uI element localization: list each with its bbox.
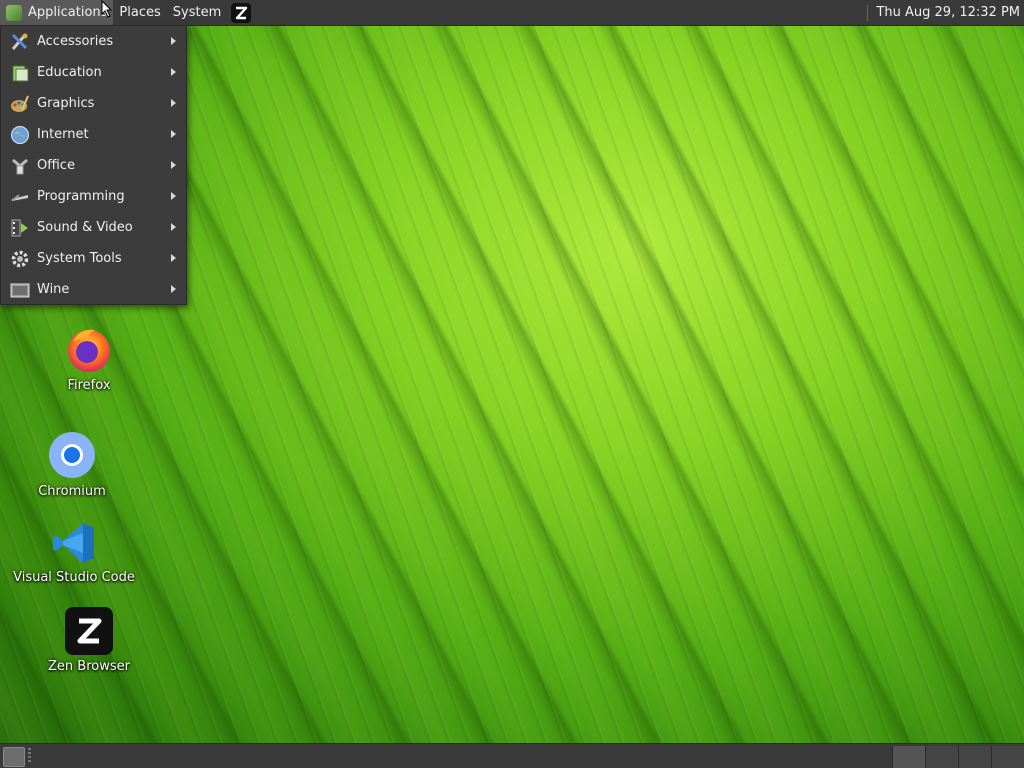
panel-separator [867,4,869,21]
submenu-arrow-icon [171,68,176,76]
wine-icon [9,279,31,301]
submenu-arrow-icon [171,254,176,262]
menu-item-label: Sound & Video [37,220,133,235]
menu-item-wine[interactable]: Wine [1,274,186,305]
menu-item-label: Education [37,65,102,80]
desktop-icon-label: Zen Browser [48,659,130,674]
sound-video-icon [9,217,31,239]
submenu-arrow-icon [171,223,176,231]
education-icon [9,62,31,84]
desktop-icon-label: Visual Studio Code [13,570,135,585]
workspace-3[interactable] [958,746,991,768]
menu-item-label: Accessories [37,34,114,49]
zen-launcher-icon[interactable] [231,2,252,23]
clock[interactable]: Thu Aug 29, 12:32 PM [859,0,1024,25]
vscode-icon [53,523,94,563]
mouse-cursor-icon [101,0,113,18]
submenu-arrow-icon [171,161,176,169]
clock-text: Thu Aug 29, 12:32 PM [876,5,1020,20]
panel-drag-handle[interactable] [28,748,31,764]
menu-item-education[interactable]: Education [1,57,186,88]
submenu-arrow-icon [171,37,176,45]
submenu-arrow-icon [171,285,176,293]
workspace-switcher [892,746,1024,768]
submenu-arrow-icon [171,192,176,200]
menu-item-label: Programming [37,189,125,204]
zen-browser-icon [65,607,113,655]
firefox-icon [68,329,110,372]
workspace-4[interactable] [991,746,1024,768]
desktop-icon-label: Firefox [67,378,111,393]
desktop-icon-firefox[interactable]: Firefox [24,326,154,393]
desktop-icon-label: Chromium [38,484,106,499]
menu-item-sound-video[interactable]: Sound & Video [1,212,186,243]
panel-menu-bar: Applications Places System [0,0,252,25]
menu-item-graphics[interactable]: Graphics [1,88,186,119]
system-menu-button[interactable]: System [167,0,227,25]
menu-item-office[interactable]: Office [1,150,186,181]
office-icon [9,155,31,177]
workspace-2[interactable] [925,746,958,768]
menu-item-label: Office [37,158,75,173]
internet-icon [9,124,31,146]
submenu-arrow-icon [171,99,176,107]
desktop-icon-vscode[interactable]: Visual Studio Code [9,520,139,585]
menu-item-programming[interactable]: Programming [1,181,186,212]
graphics-icon [9,93,31,115]
desktop-icon-chromium[interactable]: Chromium [7,430,137,499]
desktop-icon-zen-browser[interactable]: Zen Browser [24,607,154,674]
menu-item-system-tools[interactable]: System Tools [1,243,186,274]
places-menu-button[interactable]: Places [113,0,166,25]
menu-item-label: System Tools [37,251,122,266]
show-desktop-button[interactable] [3,747,25,767]
accessories-icon [9,31,31,53]
menu-item-accessories[interactable]: Accessories [1,26,186,57]
applications-logo-icon [6,4,22,21]
system-tools-icon [9,248,31,270]
submenu-arrow-icon [171,130,176,138]
chromium-icon [49,432,95,478]
workspace-1[interactable] [892,746,925,768]
applications-label: Applications [28,5,108,20]
menu-item-internet[interactable]: Internet [1,119,186,150]
applications-dropdown: Accessories Education Graphics Internet … [0,25,187,305]
menu-item-label: Internet [37,127,89,142]
programming-icon [9,186,31,208]
bottom-panel [0,743,1024,768]
top-panel: Applications Places System Thu Aug 29, 1… [0,0,1024,26]
applications-menu-button[interactable]: Applications [0,0,114,25]
menu-item-label: Wine [37,282,70,297]
menu-item-label: Graphics [37,96,95,111]
